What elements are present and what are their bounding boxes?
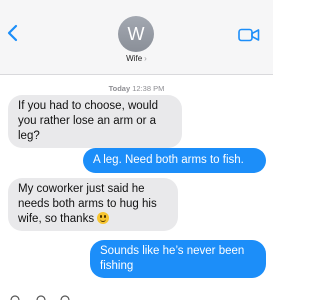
message-text: Sounds like he’s never been fishing <box>100 245 245 272</box>
outgoing-message[interactable]: Sounds like he’s never been fishing <box>90 240 266 278</box>
bottom-toolbar <box>0 292 273 300</box>
message-text: If you had to choose, would you rather l… <box>18 100 159 142</box>
message-text: My coworker just said he needs both arms… <box>18 183 157 225</box>
timestamp-time: 12:38 PM <box>132 84 165 93</box>
message-text: A leg. Need both arms to fish. <box>93 154 244 166</box>
camera-icon[interactable] <box>10 294 20 300</box>
video-camera-icon[interactable] <box>238 28 260 42</box>
audio-icon[interactable] <box>60 294 70 300</box>
contact-name: Wife <box>126 54 143 63</box>
timestamp-day: Today <box>108 84 131 93</box>
message-timestamp: Today 12:38 PM <box>0 84 273 93</box>
contact-name-button[interactable]: Wife › <box>0 54 273 63</box>
avatar[interactable]: W <box>118 16 154 52</box>
incoming-message[interactable]: If you had to choose, would you rather l… <box>8 95 182 148</box>
outgoing-message[interactable]: A leg. Need both arms to fish. <box>83 148 266 173</box>
app-store-icon[interactable] <box>36 294 46 300</box>
grimacing-face-emoji <box>97 212 110 224</box>
incoming-message[interactable]: My coworker just said he needs both arms… <box>8 178 178 231</box>
conversation-header: W Wife › <box>0 0 273 75</box>
chevron-left-icon[interactable] <box>6 24 20 42</box>
chevron-right-icon: › <box>144 54 147 63</box>
